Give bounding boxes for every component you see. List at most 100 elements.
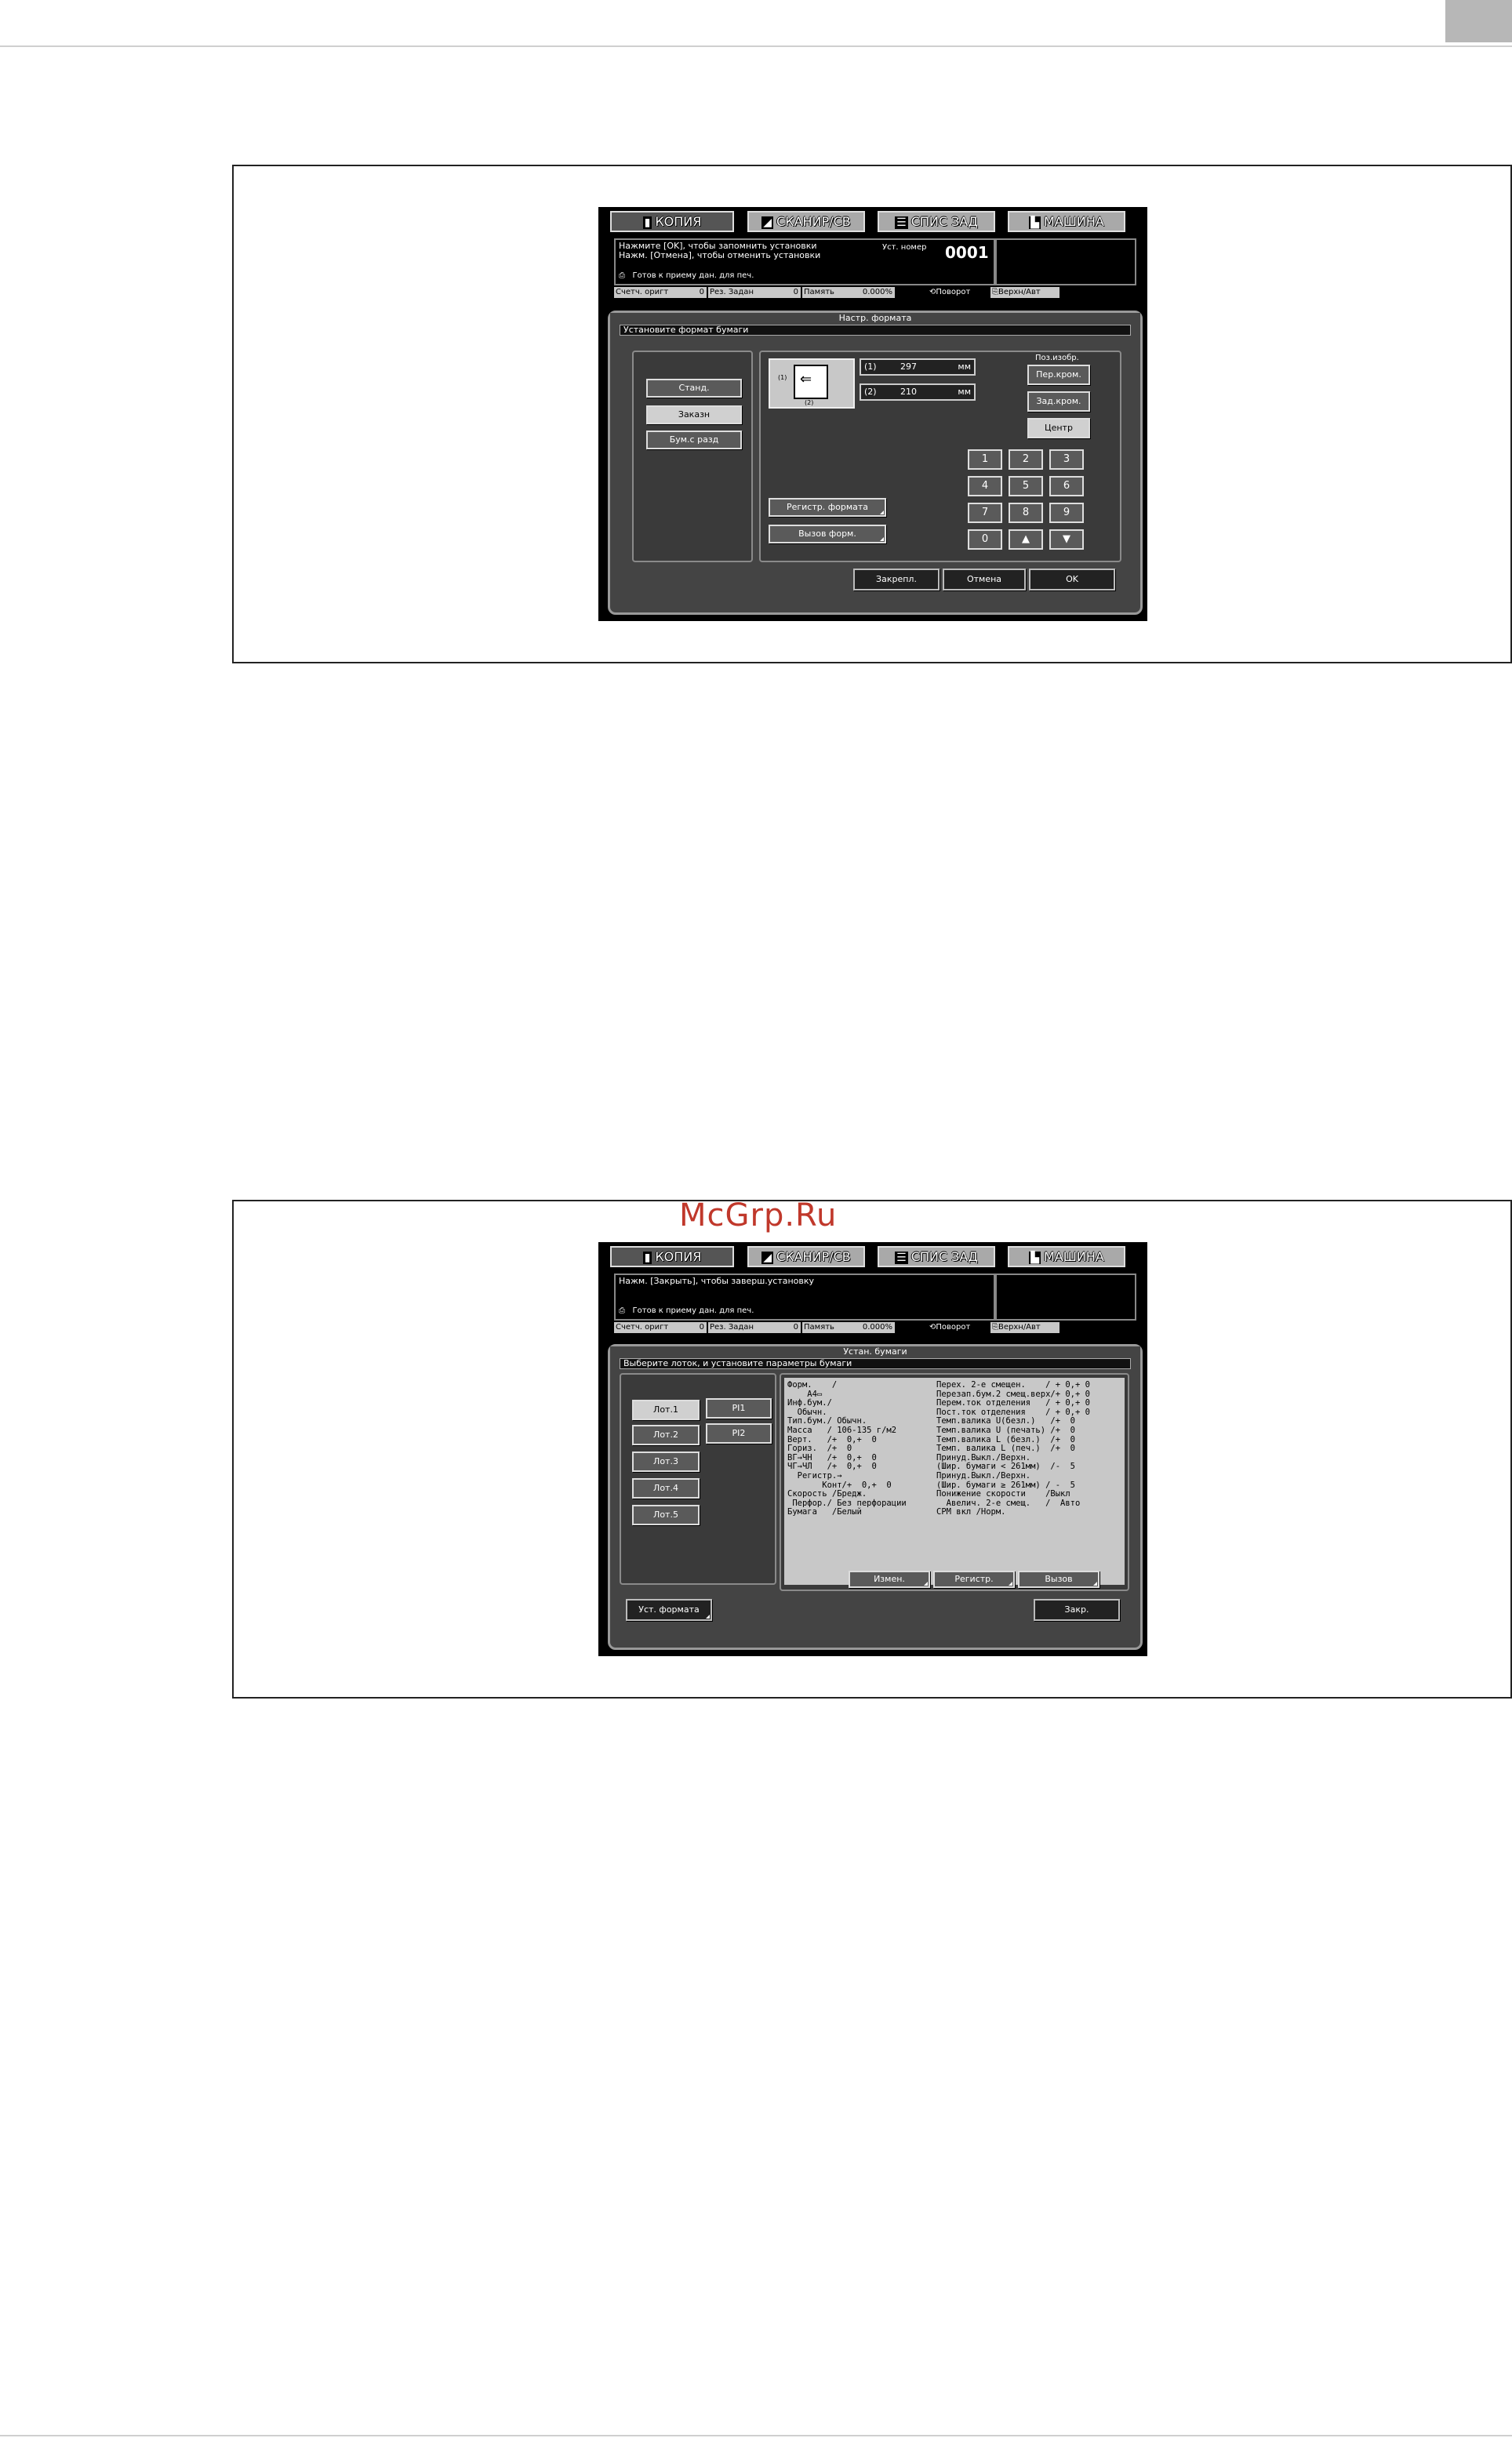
key-7[interactable]: 7 [968, 503, 1002, 523]
key-6[interactable]: 6 [1049, 476, 1084, 496]
key-3[interactable]: 3 [1049, 449, 1084, 470]
message-line-2: Нажм. [Отмена], чтобы отменить установки [619, 250, 821, 260]
leading-edge-button[interactable]: Пер.кром. [1027, 365, 1090, 385]
job-list-icon: ☰ [895, 1252, 908, 1264]
message-right-panel [995, 1274, 1136, 1321]
rotate-indicator: ⟲Поворот [928, 287, 990, 298]
close-button[interactable]: Закр. [1034, 1599, 1120, 1621]
printer-icon: ⎙ [619, 1306, 625, 1315]
tab-copy[interactable]: ▮ КОПИЯ [610, 1246, 734, 1267]
dialog-title: Настр. формата [610, 313, 1140, 324]
tray-5-button[interactable]: Лот.5 [632, 1505, 700, 1525]
scanner-icon: ◢ [761, 1252, 774, 1264]
key-1[interactable]: 1 [968, 449, 1002, 470]
paper-info-right-line: Понижение скорости /Выкл [936, 1489, 1070, 1499]
tab-bar: ▮ КОПИЯ ◢ СКАНИР/СВ ☰ СПИС ЗАД ▙ МАШИНА [598, 207, 1147, 237]
paper-size-dialog: Настр. формата Установите формат бумаги … [608, 311, 1143, 615]
register-button[interactable]: Регистр. [933, 1571, 1015, 1588]
counter-result: Рез. Задан 0 [708, 287, 802, 298]
paper-info-right-line: Темп. валика L (печ.) /+ 0 [936, 1444, 1076, 1454]
lock-button[interactable]: Закрепл. [853, 569, 940, 590]
paper-info-left-line: Гориз. /+ 0 [787, 1444, 852, 1454]
sleep-indicator: ⎘Верхн/Авт [990, 1322, 1061, 1333]
key-9[interactable]: 9 [1049, 503, 1084, 523]
counter-bar: Счетч. оригт 0 Рез. Задан 0 Память 0.000% ⟲… [614, 1322, 1136, 1333]
tray-4-button[interactable]: Лот.4 [632, 1478, 700, 1499]
page-bottom-rule [0, 2435, 1512, 2436]
paper-info-list: Форм. / A4▭ Инф.бум./ Обычн. Тип.бум./ Обы… [784, 1378, 1125, 1585]
pi1-button[interactable]: PI1 [706, 1398, 772, 1419]
paper-size-screen: ▮ КОПИЯ ◢ СКАНИР/СВ ☰ СПИС ЗАД ▙ МАШИНА Нажм… [598, 207, 1147, 621]
image-position-label: Поз.изобр. [1035, 354, 1079, 362]
counter-memory: Память 0.000% [802, 1322, 896, 1333]
tab-job-list[interactable]: ☰ СПИС ЗАД [878, 211, 995, 232]
change-button[interactable]: Измен. [849, 1571, 930, 1588]
counter-memory: Память 0.000% [802, 287, 896, 298]
dialog-instruction: Выберите лоток, и установите параметры б… [620, 1358, 1131, 1369]
key-4[interactable]: 4 [968, 476, 1002, 496]
tray-panel: Лот.1 Лот.2 Лот.3 Лот.4 Лот.5 PI1 PI2 [620, 1373, 776, 1585]
tray-3-button[interactable]: Лот.3 [632, 1452, 700, 1472]
set-number-label: Уст. номер [882, 243, 927, 252]
paper-info-panel: Форм. / A4▭ Инф.бум./ Обычн. Тип.бум./ Обы… [780, 1373, 1129, 1591]
counter-originals: Счетч. оригт 0 [614, 287, 708, 298]
dim2-label: (2) [805, 399, 814, 406]
trailing-edge-button[interactable]: Зад.кром. [1027, 391, 1090, 412]
tab-scan[interactable]: ◢ СКАНИР/СВ [747, 211, 865, 232]
machine-icon: ▙ [1029, 1252, 1041, 1264]
counter-result: Рез. Задан 0 [708, 1322, 802, 1333]
counter-bar: Счетч. оригт 0 Рез. Задан 0 Память 0.000% ⟲… [614, 287, 1136, 298]
paper-setting-screen: ▮ КОПИЯ ◢ СКАНИР/СВ ☰ СПИС ЗАД ▙ МАШИНА Нажм… [598, 1242, 1147, 1656]
tab-bar: ▮ КОПИЯ ◢ СКАНИР/СВ ☰ СПИС ЗАД ▙ МАШИНА [598, 1242, 1147, 1272]
key-8[interactable]: 8 [1009, 503, 1043, 523]
register-size-button[interactable]: Регистр. формата [769, 498, 886, 517]
recall-button[interactable]: Вызов [1018, 1571, 1099, 1588]
custom-button[interactable]: Заказн [646, 405, 742, 424]
watermark: McGrp.Ru [679, 1197, 838, 1234]
tab-machine[interactable]: ▙ МАШИНА [1008, 1246, 1125, 1267]
cancel-button[interactable]: Отмена [943, 569, 1026, 590]
sleep-indicator: ⎘Верхн/Авт [990, 287, 1061, 298]
key-0[interactable]: 0 [968, 529, 1002, 550]
tray-2-button[interactable]: Лот.2 [632, 1425, 700, 1445]
paper-info-left-column: Форм. / A4▭ Инф.бум./ Обычн. Тип.бум./ Обы… [787, 1380, 907, 1517]
tab-paper-button[interactable]: Бум.с разд [646, 431, 742, 449]
dim1-label: (1) [778, 374, 787, 381]
counter-originals: Счетч. оригт 0 [614, 1322, 708, 1333]
tab-copy[interactable]: ▮ КОПИЯ [610, 211, 734, 232]
tray-1-button[interactable]: Лот.1 [632, 1400, 700, 1420]
copy-icon: ▮ [642, 1252, 652, 1264]
key-5[interactable]: 5 [1009, 476, 1043, 496]
printer-icon: ⎙ [619, 271, 625, 280]
center-button[interactable]: Центр [1027, 418, 1090, 438]
paper-format-button[interactable]: Уст. формата [626, 1599, 712, 1621]
size-entry-panel: ⇐ (1) (2) (1) 297 мм (2) 210 мм Поз.изобр. П… [759, 351, 1121, 562]
paper-info-left-line: Форм. / [787, 1380, 838, 1390]
paper-info-right-line: Темп.валика U (печать) /+ 0 [936, 1425, 1076, 1435]
page-top-rule [0, 45, 1512, 47]
dimension2-field[interactable]: (2) 210 мм [860, 383, 976, 401]
ok-button[interactable]: OK [1029, 569, 1115, 590]
scanner-icon: ◢ [761, 216, 774, 229]
output-icon: ⎘ [992, 288, 998, 296]
tab-machine[interactable]: ▙ МАШИНА [1008, 211, 1125, 232]
key-up[interactable]: ▲ [1009, 529, 1043, 550]
output-icon: ⎘ [992, 1323, 998, 1332]
tab-job-list[interactable]: ☰ СПИС ЗАД [878, 1246, 995, 1267]
standard-button[interactable]: Станд. [646, 379, 742, 398]
pi2-button[interactable]: PI2 [706, 1423, 772, 1444]
job-list-icon: ☰ [895, 216, 908, 229]
key-2[interactable]: 2 [1009, 449, 1043, 470]
page-corner-tab [1445, 0, 1512, 42]
recall-size-button[interactable]: Вызов форм. [769, 525, 886, 543]
set-number: 0001 [945, 243, 989, 262]
dialog-title: Устан. бумаги [610, 1346, 1140, 1357]
message-area: Нажмите [OK], чтобы запомнить установки … [614, 238, 995, 285]
dimension1-field[interactable]: (1) 297 мм [860, 358, 976, 376]
tab-scan[interactable]: ◢ СКАНИР/СВ [747, 1246, 865, 1267]
status-text: Готов к приему дан. для печ. [632, 271, 754, 280]
machine-icon: ▙ [1029, 216, 1041, 229]
paper-dimension-diagram: ⇐ (1) (2) [769, 358, 855, 409]
message-right-panel [995, 238, 1136, 285]
key-down[interactable]: ▼ [1049, 529, 1084, 550]
